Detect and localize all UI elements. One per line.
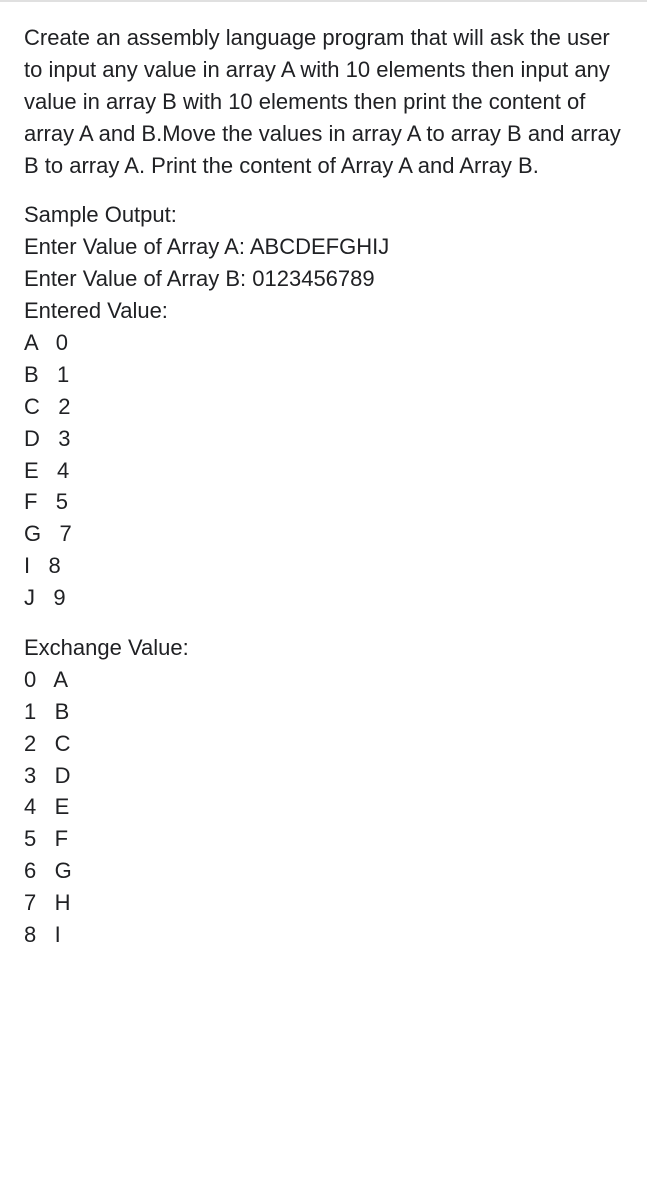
value-pair: C 2 xyxy=(24,391,623,423)
entered-value-heading: Entered Value: xyxy=(24,295,623,327)
enter-array-a-line: Enter Value of Array A: ABCDEFGHIJ xyxy=(24,231,623,263)
enter-a-label: Enter Value of Array A: xyxy=(24,234,250,259)
exchange-value-list: 0 A1 B2 C3 D4 E5 F6 G7 H8 I xyxy=(24,664,623,951)
value-pair: J 9 xyxy=(24,582,623,614)
value-pair: G 7 xyxy=(24,518,623,550)
value-pair: F 5 xyxy=(24,486,623,518)
enter-a-value: ABCDEFGHIJ xyxy=(250,234,389,259)
enter-b-value: 0123456789 xyxy=(252,266,374,291)
value-pair: 5 F xyxy=(24,823,623,855)
sample-output-section: Sample Output: Enter Value of Array A: A… xyxy=(24,199,623,614)
value-pair: I 8 xyxy=(24,550,623,582)
value-pair: 2 C xyxy=(24,728,623,760)
value-pair: 4 E xyxy=(24,791,623,823)
exchange-value-section: Exchange Value: 0 A1 B2 C3 D4 E5 F6 G7 H… xyxy=(24,632,623,951)
value-pair: 0 A xyxy=(24,664,623,696)
value-pair: D 3 xyxy=(24,423,623,455)
value-pair: 3 D xyxy=(24,760,623,792)
value-pair: 7 H xyxy=(24,887,623,919)
value-pair: 8 I xyxy=(24,919,623,951)
exchange-value-heading: Exchange Value: xyxy=(24,632,623,664)
value-pair: B 1 xyxy=(24,359,623,391)
entered-value-list: A 0B 1C 2D 3E 4F 5G 7I 8J 9 xyxy=(24,327,623,614)
value-pair: A 0 xyxy=(24,327,623,359)
value-pair: 6 G xyxy=(24,855,623,887)
enter-array-b-line: Enter Value of Array B: 0123456789 xyxy=(24,263,623,295)
sample-output-heading: Sample Output: xyxy=(24,199,623,231)
enter-b-label: Enter Value of Array B: xyxy=(24,266,252,291)
value-pair: E 4 xyxy=(24,455,623,487)
problem-description: Create an assembly language program that… xyxy=(24,22,623,181)
value-pair: 1 B xyxy=(24,696,623,728)
